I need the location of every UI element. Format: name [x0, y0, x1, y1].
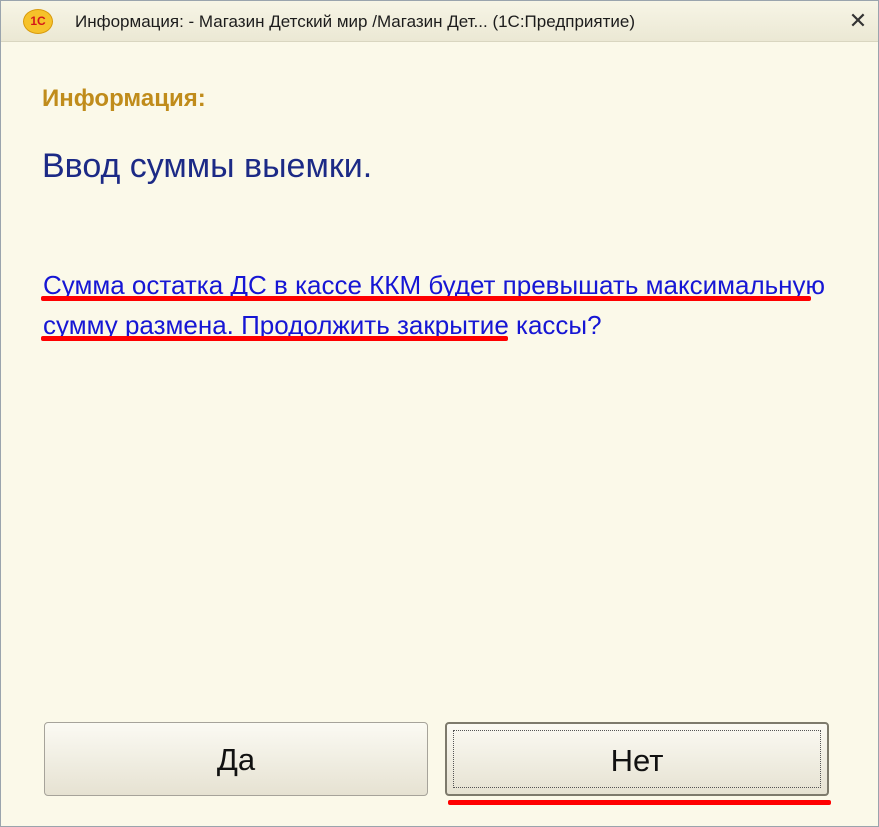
yes-button[interactable]: Да: [44, 722, 428, 796]
main-heading: Ввод суммы выемки.: [42, 147, 373, 185]
focus-rect: [453, 730, 821, 788]
annotation-underline-2: [41, 336, 508, 341]
close-icon[interactable]: ✕: [844, 7, 872, 35]
no-button[interactable]: Нет: [445, 722, 829, 796]
dialog-window: 1C Информация: - Магазин Детский мир /Ма…: [0, 0, 879, 827]
annotation-underline-3: [448, 800, 831, 805]
app-logo-icon: 1C: [23, 9, 53, 34]
title-bar: 1C Информация: - Магазин Детский мир /Ма…: [1, 1, 878, 42]
window-title: Информация: - Магазин Детский мир /Магаз…: [75, 12, 635, 31]
info-label: Информация:: [42, 85, 206, 112]
message-text: Сумма остатка ДС в кассе ККМ будет превы…: [43, 270, 826, 340]
annotation-underline-1: [41, 296, 811, 301]
